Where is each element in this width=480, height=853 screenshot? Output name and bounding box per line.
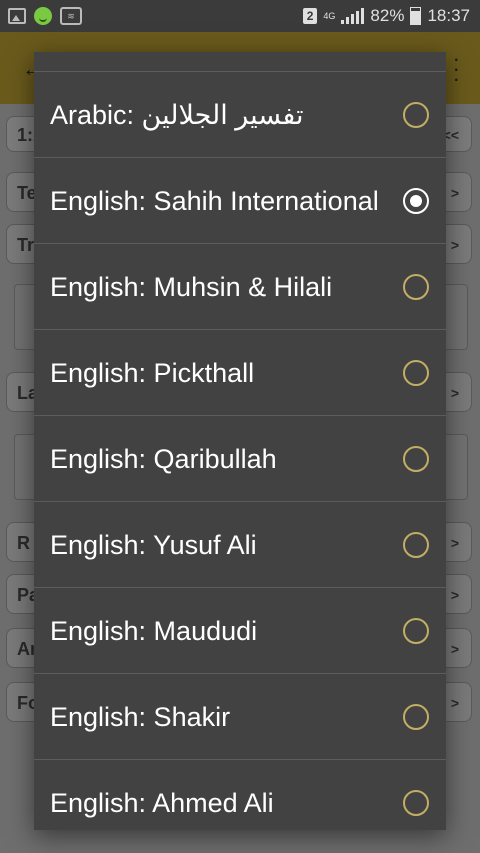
chevron-right-icon: > xyxy=(450,641,459,657)
radio-unchecked-icon[interactable] xyxy=(403,789,429,816)
option-label: Arabic: تفسير الجلالين xyxy=(50,99,304,130)
radio-checked-icon[interactable] xyxy=(403,187,429,214)
status-bar: ≋ 2 4G 82% 18:37 xyxy=(0,0,480,32)
translation-option[interactable]: English: Pickthall xyxy=(34,330,446,416)
translation-picker-dialog: Arabic: تفسير الجلالين English: Sahih Int… xyxy=(34,52,446,830)
translation-option[interactable]: English: Ahmed Ali xyxy=(34,760,446,830)
option-label: English: Shakir xyxy=(50,701,231,732)
clock: 18:37 xyxy=(427,6,470,25)
translation-option[interactable]: Arabic: تفسير الجلالين xyxy=(34,72,446,158)
translation-option[interactable]: English: Maududi xyxy=(34,588,446,674)
option-label: English: Sahih International xyxy=(50,185,379,216)
translation-option[interactable]: English: Yusuf Ali xyxy=(34,502,446,588)
option-label: English: Muhsin & Hilali xyxy=(50,271,333,302)
option-label: English: Maududi xyxy=(50,615,258,646)
radio-unchecked-icon[interactable] xyxy=(403,359,429,386)
translation-option[interactable]: English: Muhsin & Hilali xyxy=(34,244,446,330)
battery-percent: 82% xyxy=(370,6,405,25)
chevron-right-icon: > xyxy=(450,535,459,551)
image-icon xyxy=(8,8,26,24)
radio-unchecked-icon[interactable] xyxy=(403,273,429,300)
option-label: English: Yusuf Ali xyxy=(50,529,257,560)
overflow-menu-icon[interactable]: · · · xyxy=(453,48,460,90)
chevron-right-icon: > xyxy=(450,385,459,401)
signal-icon xyxy=(341,8,365,24)
translation-option[interactable]: English: Sahih International xyxy=(34,158,446,244)
chevron-right-icon: > xyxy=(450,587,459,603)
options-list: Arabic: تفسير الجلالين English: Sahih Int… xyxy=(34,72,446,830)
radio-unchecked-icon[interactable] xyxy=(403,703,429,730)
network-type: 4G xyxy=(323,10,336,21)
battery-icon xyxy=(410,7,422,25)
radio-unchecked-icon[interactable] xyxy=(403,101,429,128)
translation-option[interactable]: English: Shakir xyxy=(34,674,446,760)
chevron-right-icon: > xyxy=(450,695,459,711)
radio-unchecked-icon[interactable] xyxy=(403,445,429,472)
option-label: English: Pickthall xyxy=(50,357,255,388)
dialog-scroll-top xyxy=(34,52,446,72)
smiley-icon xyxy=(34,7,52,25)
chevron-right-icon: > xyxy=(450,237,459,253)
wifi-hotspot-icon: ≋ xyxy=(60,7,82,25)
notification-badge: 2 xyxy=(302,8,318,24)
radio-unchecked-icon[interactable] xyxy=(403,531,429,558)
chevron-right-icon: > xyxy=(450,185,459,201)
option-label: English: Ahmed Ali xyxy=(50,787,274,818)
translation-option[interactable]: English: Qaribullah xyxy=(34,416,446,502)
option-label: English: Qaribullah xyxy=(50,443,277,474)
radio-unchecked-icon[interactable] xyxy=(403,617,429,644)
